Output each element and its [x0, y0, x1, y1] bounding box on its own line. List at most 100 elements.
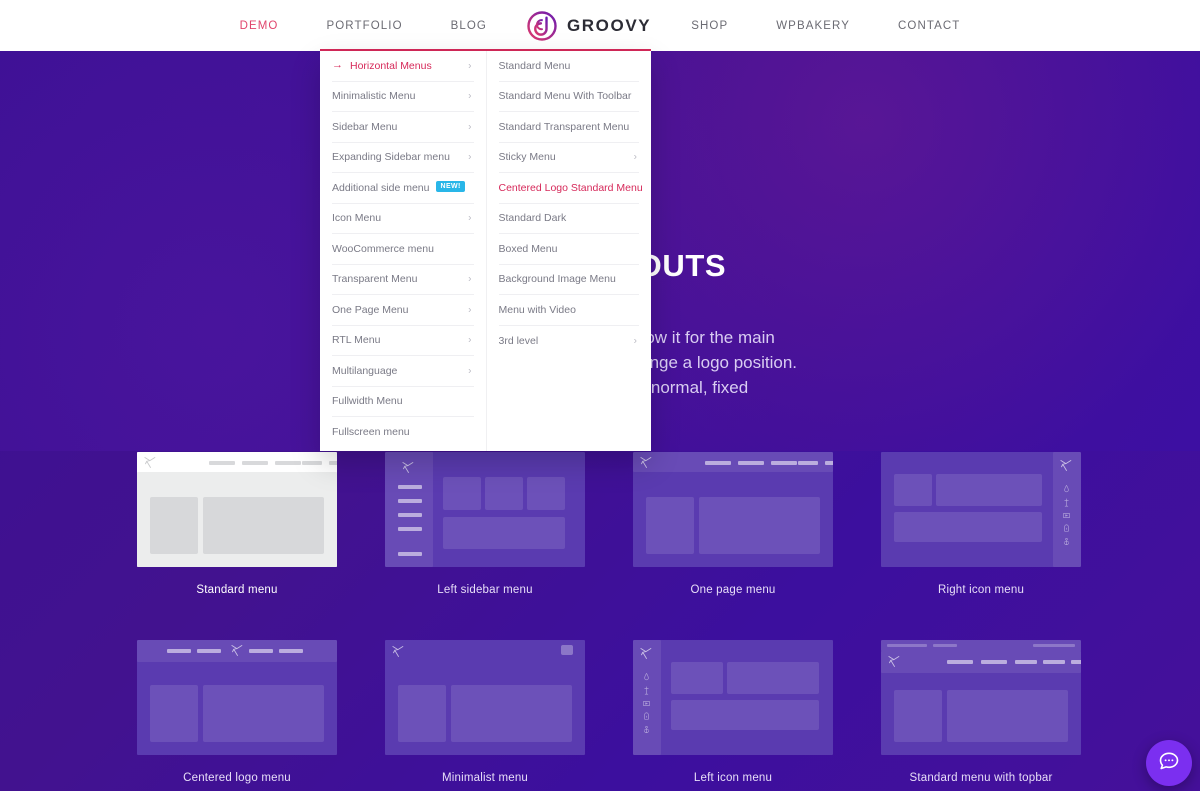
layout-card-label: Standard menu — [196, 584, 277, 596]
mega-menu-item[interactable]: 3rd level› — [499, 326, 640, 357]
mock-logo-icon — [143, 455, 158, 470]
layout-card[interactable]: Right icon menu — [857, 452, 1105, 640]
mega-menu-item[interactable]: Standard Menu With Toolbar — [499, 82, 640, 113]
mega-menu-item[interactable]: →Horizontal Menus› — [332, 51, 474, 82]
mock-content-block — [443, 517, 565, 549]
mega-menu-item[interactable]: Sidebar Menu› — [332, 112, 474, 143]
mock-logo-icon — [887, 654, 902, 669]
mega-menu-item[interactable]: WooCommerce menu — [332, 234, 474, 265]
mega-menu-item-label: Expanding Sidebar menu — [332, 151, 450, 163]
mega-menu-item[interactable]: Fullwidth Menu — [332, 387, 474, 418]
layout-preview-minimalist[interactable] — [385, 640, 585, 755]
layout-card[interactable]: One page menu — [609, 452, 857, 640]
mock-content-block — [727, 662, 819, 694]
mega-menu-item[interactable]: Standard Transparent Menu — [499, 112, 640, 143]
mock-logo-icon — [401, 460, 416, 475]
chat-bubble-icon — [1157, 749, 1181, 778]
mock-topbar-social — [1033, 644, 1075, 647]
layout-card-label: Right icon menu — [938, 584, 1024, 596]
mock-video-icon — [641, 698, 652, 709]
mock-nav-item — [1043, 660, 1065, 664]
mock-logo-icon — [391, 644, 406, 659]
mock-nav-item — [1071, 660, 1081, 664]
mega-menu-item[interactable]: Background Image Menu — [499, 265, 640, 296]
mega-menu-item-label: Horizontal Menus — [350, 60, 432, 72]
mega-menu-item-label: Sticky Menu — [499, 151, 556, 163]
mega-menu-item[interactable]: Sticky Menu › — [499, 143, 640, 174]
mega-menu-item[interactable]: One Page Menu› — [332, 295, 474, 326]
layout-card[interactable]: Standard menu — [113, 452, 361, 640]
nav-link-contact[interactable]: CONTACT — [874, 20, 984, 32]
layout-preview-left-sidebar[interactable] — [385, 452, 585, 567]
layout-card-label: Minimalist menu — [442, 772, 528, 784]
mega-menu-item[interactable]: Fullscreen menu — [332, 417, 474, 448]
mock-nav-item — [825, 461, 833, 465]
layout-card[interactable]: Standard menu with topbar — [857, 640, 1105, 791]
chevron-right-icon: › — [634, 152, 637, 163]
mega-menu-item[interactable]: Boxed Menu — [499, 234, 640, 265]
mock-content-block — [150, 685, 198, 742]
mega-menu-item[interactable]: Centered Logo Standard Menu — [499, 173, 640, 204]
layout-card[interactable]: Left sidebar menu — [361, 452, 609, 640]
mock-nav-item — [798, 461, 818, 465]
layout-card[interactable]: Minimalist menu — [361, 640, 609, 791]
layout-preview-right-icon[interactable] — [881, 452, 1081, 567]
mega-menu-item[interactable]: Transparent Menu› — [332, 265, 474, 296]
mock-nav-item — [1015, 660, 1037, 664]
layout-card[interactable]: Centered logo menu — [113, 640, 361, 791]
layout-card-label: Standard menu with topbar — [909, 772, 1052, 784]
mock-nav-item — [398, 552, 422, 556]
nav-link-demo[interactable]: DEMO — [216, 20, 303, 32]
mega-menu-item-label: Icon Menu — [332, 212, 381, 224]
layout-card-label: Left icon menu — [694, 772, 772, 784]
mega-menu-item[interactable]: Additional side menuNEW! — [332, 173, 474, 204]
mock-drop-icon — [1061, 484, 1072, 495]
nav-link-shop[interactable]: SHOP — [667, 20, 752, 32]
mock-nav-item — [771, 461, 797, 465]
layout-card-label: Centered logo menu — [183, 772, 291, 784]
chevron-right-icon: › — [468, 152, 471, 163]
mega-menu-item-label: Centered Logo Standard Menu — [499, 182, 643, 194]
mock-content-block — [527, 477, 565, 510]
mega-menu-item-label: Background Image Menu — [499, 273, 616, 285]
mega-menu-item[interactable]: Standard Menu — [499, 51, 640, 82]
layout-preview-one-page[interactable] — [633, 452, 833, 567]
mock-logo-icon — [639, 646, 654, 661]
mega-menu-item[interactable]: Standard Dark — [499, 204, 640, 235]
mock-nav-item — [738, 461, 764, 465]
mega-menu-item-label: Standard Transparent Menu — [499, 121, 630, 133]
layout-preview-standard[interactable] — [137, 452, 337, 567]
layout-card-grid: Standard menu Left sidebar menu One page m… — [113, 452, 1088, 791]
chevron-right-icon: › — [468, 274, 471, 285]
mega-menu-column-secondary: Standard Menu Standard Menu With Toolbar S… — [486, 51, 652, 451]
layout-preview-topbar[interactable] — [881, 640, 1081, 755]
mega-menu-item[interactable]: Minimalistic Menu› — [332, 82, 474, 113]
mega-menu-item[interactable]: Multilanguage› — [332, 356, 474, 387]
mock-content-block — [936, 474, 1042, 506]
mock-nav-item — [167, 649, 191, 653]
mock-content-block — [671, 700, 819, 730]
mega-menu-item-label: Additional side menu — [332, 182, 429, 194]
layout-preview-left-icon[interactable] — [633, 640, 833, 755]
chat-widget-button[interactable] — [1146, 740, 1192, 786]
mock-drop-icon — [641, 672, 652, 683]
nav-link-portfolio[interactable]: PORTFOLIO — [302, 20, 426, 32]
layout-card-label: Left sidebar menu — [437, 584, 532, 596]
mega-menu-item[interactable]: Expanding Sidebar menu › — [332, 143, 474, 174]
mega-menu-item[interactable]: Menu with Video — [499, 295, 640, 326]
mock-anchor-icon — [1061, 536, 1072, 547]
layout-preview-centered-logo[interactable] — [137, 640, 337, 755]
mock-nav-item — [947, 660, 973, 664]
brand-logo[interactable]: GROOVY — [511, 11, 667, 41]
nav-link-wpbakery[interactable]: WPBAKERY — [752, 20, 874, 32]
mock-content-block — [398, 685, 446, 742]
mega-menu-item[interactable]: RTL Menu› — [332, 326, 474, 357]
chevron-right-icon: › — [468, 304, 471, 315]
layout-card[interactable]: Left icon menu — [609, 640, 857, 791]
mega-menu-item-label: Fullscreen menu — [332, 426, 410, 438]
mega-menu-item[interactable]: Icon Menu› — [332, 204, 474, 235]
mega-menu-item-label: Standard Menu — [499, 60, 571, 72]
mock-topbar-contact — [933, 644, 957, 647]
nav-link-blog[interactable]: BLOG — [427, 20, 511, 32]
mega-menu-item-label: Standard Dark — [499, 212, 567, 224]
